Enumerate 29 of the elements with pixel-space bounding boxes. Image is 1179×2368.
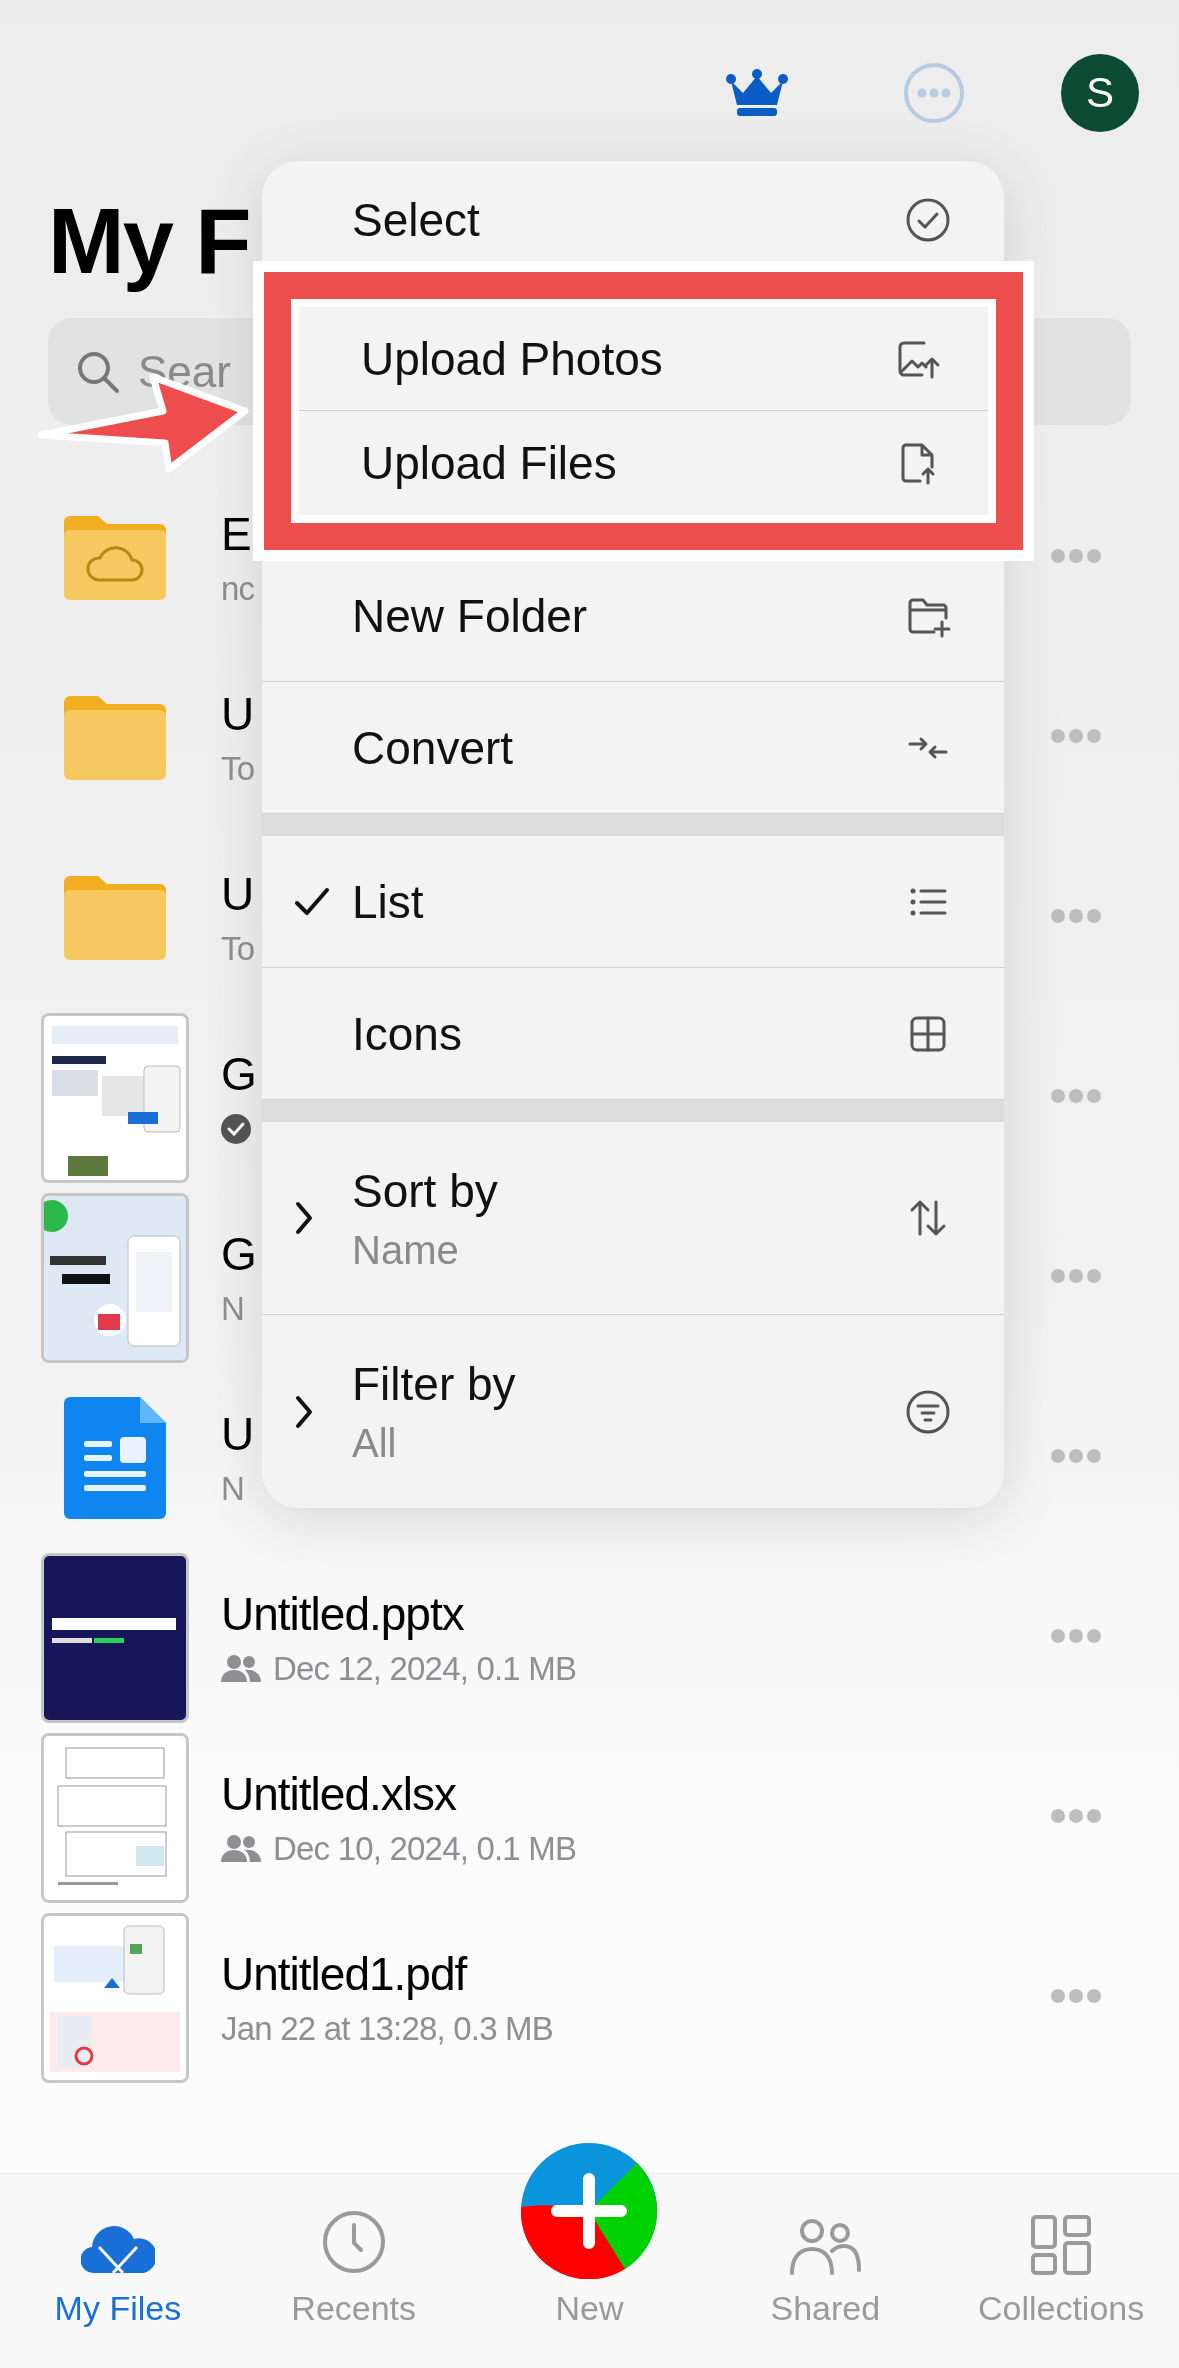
file-name: G <box>221 1227 256 1281</box>
file-name: U <box>221 1407 254 1461</box>
file-name: G <box>221 1047 256 1101</box>
file-name: U <box>221 687 254 741</box>
file-details: N <box>221 1290 245 1328</box>
file-details: N <box>221 1470 245 1508</box>
menu-item-label: Upload Photos <box>361 331 664 386</box>
file-name: Untitled.xlsx <box>221 1767 456 1821</box>
page-title: My F <box>47 189 251 294</box>
menu-item-label: Convert <box>352 720 515 775</box>
file-details: Dec 12, 2024, 0.1 MB <box>273 1650 577 1688</box>
menu-item-label: Filter by <box>352 1357 517 1411</box>
file-name: E <box>221 507 251 561</box>
menu-item-label: New Folder <box>352 588 589 643</box>
file-details: To <box>221 750 255 788</box>
menu-item-label: Icons <box>352 1006 463 1061</box>
menu-item-label: Upload Files <box>361 436 618 490</box>
menu-item-label: Sort by <box>352 1163 499 1218</box>
menu-item-value: Name <box>352 1227 460 1273</box>
file-name: U <box>221 867 254 921</box>
file-details: To <box>221 930 255 968</box>
file-name: Untitled1.pdf <box>221 1947 467 2001</box>
file-details: nc <box>221 570 255 608</box>
file-details: Jan 22 at 13:28, 0.3 MB <box>221 2010 553 2048</box>
menu-item-label: Select <box>352 193 481 247</box>
file-name: Untitled.pptx <box>221 1587 464 1641</box>
menu-item-value: All <box>352 1421 398 1466</box>
menu-item-label: List <box>352 874 425 929</box>
file-details: Dec 10, 2024, 0.1 MB <box>273 1830 577 1868</box>
